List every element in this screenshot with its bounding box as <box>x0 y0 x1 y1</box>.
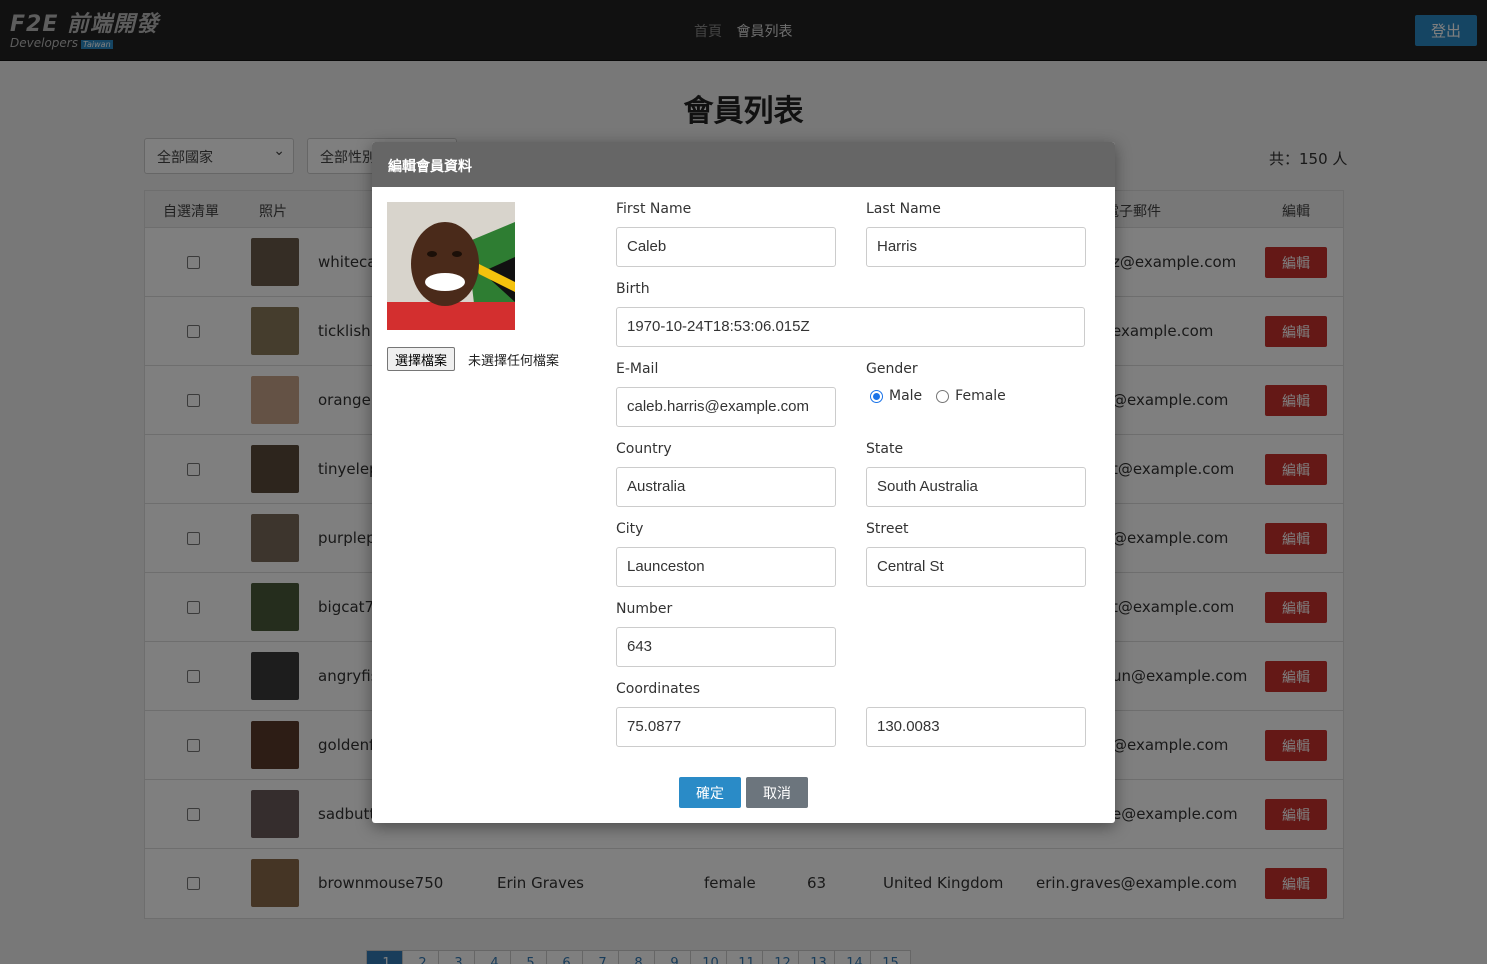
modal-title: 編輯會員資料 <box>372 142 1115 187</box>
state-input[interactable]: South Australia <box>866 467 1086 507</box>
email-label: E-Mail <box>616 361 659 377</box>
longitude-input[interactable]: 130.0083 <box>866 707 1086 747</box>
female-radio[interactable] <box>936 389 950 403</box>
cancel-button[interactable]: 取消 <box>746 777 808 808</box>
gender-label: Gender <box>866 361 918 377</box>
latitude-input[interactable]: 75.0877 <box>616 707 836 747</box>
last-name-input[interactable]: Harris <box>866 227 1086 267</box>
country-label: Country <box>616 441 672 457</box>
number-input[interactable]: 643 <box>616 627 836 667</box>
coordinates-label: Coordinates <box>616 681 701 697</box>
choose-file-button[interactable]: 選擇檔案 <box>387 347 456 371</box>
edit-member-modal: 編輯會員資料 選擇檔案 未選擇任何檔案 First Name Caleb Las… <box>372 142 1115 823</box>
male-radio[interactable] <box>870 389 883 403</box>
gender-option-male[interactable]: Male <box>870 388 922 404</box>
birth-input[interactable]: 1970-10-24T18:53:06.015Z <box>616 307 1085 347</box>
member-photo <box>387 202 515 330</box>
state-label: State <box>866 441 904 457</box>
last-name-label: Last Name <box>866 201 941 217</box>
first-name-input[interactable]: Caleb <box>616 227 836 267</box>
city-input[interactable]: Launceston <box>616 547 836 587</box>
email-input[interactable]: caleb.harris@example.com <box>616 387 836 427</box>
country-input[interactable]: Australia <box>616 467 836 507</box>
city-label: City <box>616 521 644 537</box>
number-label: Number <box>616 601 673 617</box>
street-label: Street <box>866 521 909 537</box>
first-name-label: First Name <box>616 201 692 217</box>
male-label: Male <box>889 388 923 404</box>
confirm-button[interactable]: 確定 <box>679 777 741 808</box>
gender-option-female[interactable]: Female <box>936 388 1006 404</box>
gender-radio-group: Male Female <box>870 388 1020 404</box>
file-status-text: 未選擇任何檔案 <box>468 354 560 369</box>
female-label: Female <box>955 388 1006 404</box>
birth-label: Birth <box>616 281 650 297</box>
street-input[interactable]: Central St <box>866 547 1086 587</box>
